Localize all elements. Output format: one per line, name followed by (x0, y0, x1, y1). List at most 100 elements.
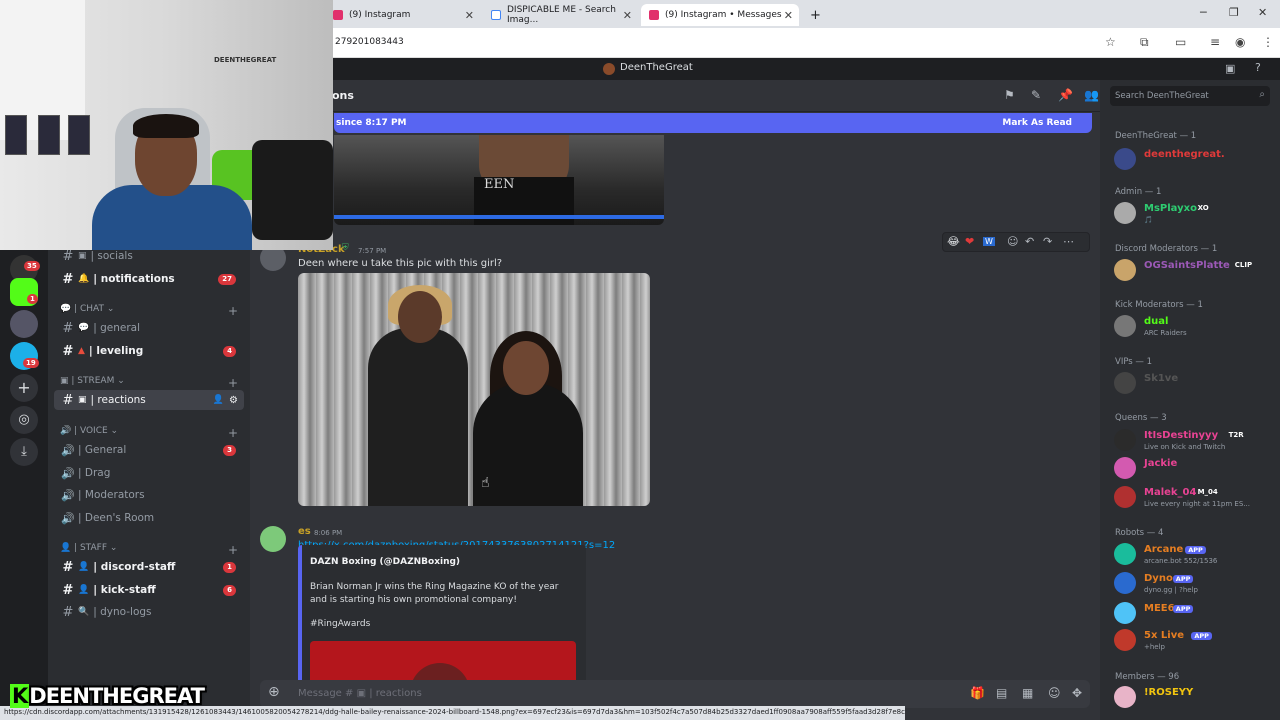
add-channel-icon[interactable]: + (228, 304, 238, 318)
category-voice[interactable]: 🔊 | VOICE ⌄ + (60, 426, 238, 440)
sticker-icon[interactable]: ▦ (1022, 686, 1033, 700)
category-stream[interactable]: ▣ | STREAM ⌄ + (60, 376, 238, 390)
category-staff[interactable]: 👤 | STAFF ⌄ + (60, 543, 238, 557)
more-options-icon[interactable]: ⋯ (1063, 235, 1074, 248)
notifications-muted-icon[interactable]: ✎ (1031, 88, 1041, 102)
voice-channel-deens-room[interactable]: 🔊 | Deen's Room (54, 508, 244, 528)
member-item[interactable]: Sk1ve (1114, 370, 1274, 394)
bookmark-star-icon[interactable]: ☆ (1105, 35, 1116, 49)
gif-icon[interactable]: ▤ (996, 686, 1007, 700)
channel-leveling[interactable]: # ▲ | leveling 4 (54, 341, 244, 361)
member-item[interactable]: Jackie (1114, 455, 1274, 479)
channel-general[interactable]: # 💬 | general (54, 318, 244, 338)
photo-figure (503, 341, 549, 395)
server-avatar (603, 63, 615, 75)
url-field[interactable]: 279201083443 (335, 37, 404, 47)
minimize-icon[interactable]: ─ (1200, 6, 1207, 19)
add-channel-icon[interactable]: + (228, 426, 238, 440)
avatar (1114, 372, 1136, 394)
threads-icon[interactable]: ⚑ (1004, 88, 1015, 102)
member-status: ARC Raiders (1144, 329, 1187, 337)
laughing-emoji-button[interactable]: 😂 (947, 235, 960, 248)
boxer-image[interactable]: EEN (334, 135, 664, 225)
category-chat[interactable]: 💬 | CHAT ⌄ + (60, 304, 238, 318)
attach-plus-icon[interactable]: ⊕ (268, 684, 280, 700)
close-tab-icon[interactable]: ✕ (465, 9, 474, 22)
member-item[interactable]: OGSaintsPlatte CLIP (1114, 257, 1274, 281)
w-emoji-button[interactable]: W (983, 237, 995, 246)
server-icon[interactable]: 19 (10, 342, 39, 370)
profile-icon[interactable]: ◉ (1235, 35, 1245, 49)
voice-channel-general[interactable]: 🔊 | General 3 (54, 440, 244, 460)
embed-author[interactable]: DAZN Boxing (@DAZNBoxing) (310, 557, 460, 567)
discover-icon[interactable]: ◎ (10, 406, 38, 434)
speaker-icon: 🔊 (61, 511, 75, 525)
member-item[interactable]: Dyno dyno.gg | ?help APP (1114, 570, 1274, 594)
close-tab-icon[interactable]: ✕ (784, 9, 793, 22)
embed-hashtag[interactable]: #RingAwards (310, 619, 370, 629)
member-list-icon[interactable]: 👥 (1084, 88, 1099, 102)
close-window-icon[interactable]: ✕ (1258, 6, 1267, 19)
media-icon[interactable]: ≡ (1210, 35, 1220, 49)
member-item[interactable]: dual ARC Raiders (1114, 313, 1274, 337)
heart-emoji-button[interactable]: ❤ (965, 235, 974, 248)
member-item[interactable]: Malek_04 Live every night at 11pm ES... M_… (1114, 484, 1274, 508)
voice-channel-drag[interactable]: 🔊 | Drag (54, 463, 244, 483)
new-messages-bar[interactable]: since 8:17 PM Mark As Read (334, 113, 1092, 133)
member-item[interactable]: Arcane arcane.bot 552/1536 APP (1114, 541, 1274, 565)
channel-notifications[interactable]: # 🔔 | notifications 27 (54, 269, 244, 289)
forward-icon[interactable]: ↷ (1043, 235, 1052, 248)
apps-icon[interactable]: ✥ (1072, 686, 1082, 700)
stream-brand-overlay: KDEENTHEGREAT (10, 684, 205, 708)
channel-kick-staff[interactable]: # 👤 | kick-staff 6 (54, 580, 244, 600)
member-tag: CLIP (1234, 261, 1253, 269)
add-channel-icon[interactable]: + (228, 543, 238, 557)
member-item[interactable]: MsPlayxo 🎵 XO (1114, 200, 1274, 224)
add-channel-icon[interactable]: + (228, 376, 238, 390)
search-input[interactable]: Search DeenTheGreat ⌕ (1110, 86, 1270, 106)
member-item[interactable]: 5x Live +help APP (1114, 627, 1274, 651)
tab-instagram-messages[interactable]: (9) Instagram • Messages ✕ (641, 4, 799, 26)
channel-discord-staff[interactable]: # 👤 | discord-staff 1 (54, 557, 244, 577)
mark-as-read-button[interactable]: Mark As Read (1002, 118, 1072, 128)
inbox-icon[interactable]: ▣ (1225, 62, 1235, 75)
extensions-icon[interactable]: ⧉ (1140, 35, 1149, 50)
app-badge: APP (1172, 605, 1194, 613)
attached-photo[interactable] (298, 273, 650, 506)
role-header: Kick Moderators — 1 (1115, 300, 1203, 310)
message-username[interactable]: es (298, 526, 311, 537)
download-icon[interactable]: ⤓ (10, 438, 38, 466)
gift-icon[interactable]: 🎁 (970, 686, 985, 700)
channel-dyno-logs[interactable]: # 🔍 | dyno-logs (54, 602, 244, 622)
settings-gear-icon[interactable]: ⚙ (229, 395, 238, 406)
close-tab-icon[interactable]: ✕ (623, 9, 632, 22)
add-server-icon[interactable]: + (10, 374, 38, 402)
magnifier-icon: 🔍 (78, 607, 90, 617)
app-badge: APP (1191, 632, 1212, 640)
channel-reactions[interactable]: # ▣ | reactions 👤 ⚙ (54, 390, 244, 410)
member-item[interactable]: !ROSEYY (1114, 684, 1274, 708)
invite-icon[interactable]: 👤 (213, 395, 224, 405)
hash-icon: # (62, 559, 74, 575)
avatar[interactable] (260, 526, 286, 552)
search-icon (491, 10, 501, 20)
help-icon[interactable]: ? (1255, 61, 1261, 74)
pin-icon[interactable]: 📌 (1058, 88, 1073, 102)
tab-instagram[interactable]: (9) Instagram ✕ (325, 4, 480, 26)
new-tab-button[interactable]: + (802, 4, 829, 26)
cast-icon[interactable]: ▭ (1175, 35, 1186, 49)
message-input[interactable]: ⊕ Message # ▣ | reactions 🎁 ▤ ▦ ☺ ✥ (260, 680, 1090, 708)
member-item[interactable]: ItIsDestinyyy Live on Kick and Twitch T2R (1114, 427, 1274, 451)
member-name: Sk1ve (1144, 373, 1179, 384)
server-icon[interactable] (10, 310, 38, 338)
server-icon[interactable]: 1 (10, 278, 38, 306)
voice-channel-moderators[interactable]: 🔊 | Moderators (54, 485, 244, 505)
member-item[interactable]: MEE6 APP (1114, 600, 1274, 624)
menu-icon[interactable]: ⋮ (1262, 35, 1274, 49)
reply-icon[interactable]: ↶ (1025, 235, 1034, 248)
emoji-icon[interactable]: ☺ (1048, 686, 1061, 700)
tab-search[interactable]: DISPICABLE ME - Search Imag... ✕ (483, 4, 638, 26)
add-reaction-icon[interactable]: ☺ (1007, 235, 1018, 248)
member-item[interactable]: deenthegreat. (1114, 146, 1274, 170)
maximize-icon[interactable]: ❐ (1229, 6, 1239, 19)
